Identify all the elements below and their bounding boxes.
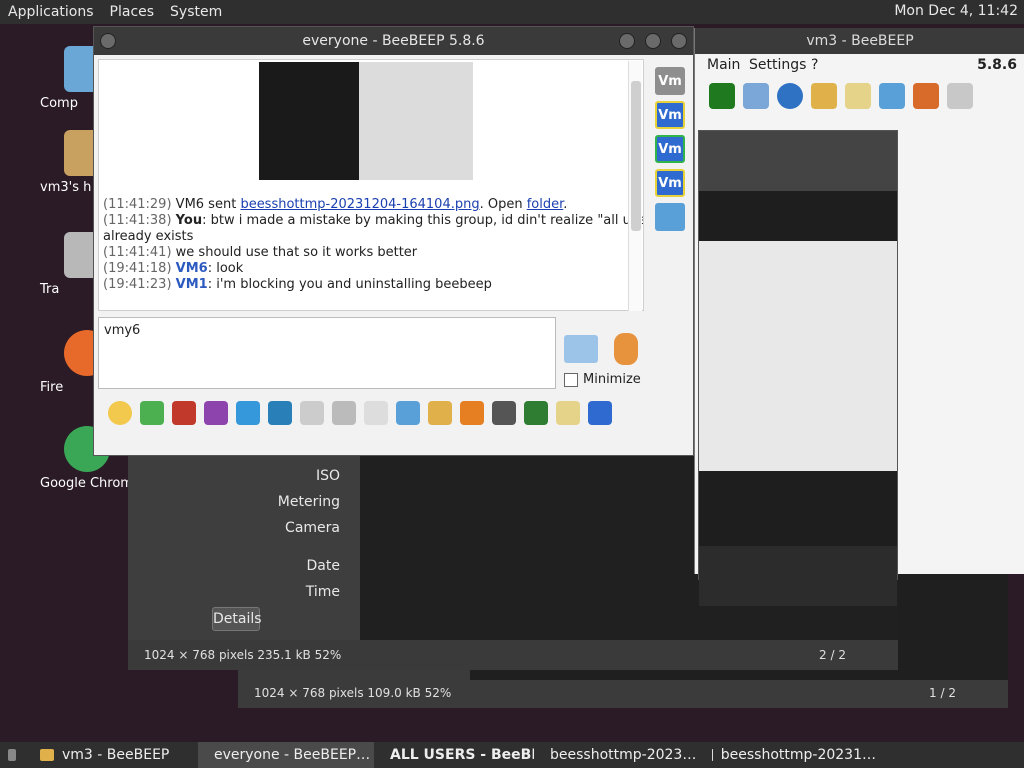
chat-message: (19:41:18) VM6: look (103, 261, 244, 276)
spellcheck-icon[interactable] (300, 401, 324, 425)
taskbar-item-vm3[interactable]: vm3 - BeeBEEP (32, 742, 198, 768)
vm-user-button[interactable]: Vm (655, 101, 685, 129)
terminal-icon[interactable] (524, 401, 548, 425)
side-toolbar: Vm Vm Vm Vm (650, 61, 690, 261)
menu-applications[interactable]: Applications (0, 4, 102, 20)
viewer-page: 2 / 2 (819, 648, 846, 662)
tools-icon[interactable] (879, 83, 905, 109)
screenshot-image-window (698, 130, 898, 606)
folder-link[interactable]: folder (527, 197, 564, 212)
send-file-icon[interactable] (396, 401, 420, 425)
show-desktop-button[interactable] (0, 742, 32, 768)
window-menu-button[interactable] (100, 33, 116, 49)
viewer-status: 1024 × 768 pixels 235.1 kB 52% (144, 648, 342, 662)
maximize-button[interactable] (645, 33, 661, 49)
file-link[interactable]: beesshottmp-20231204-164104.png (240, 197, 479, 212)
trash-icon[interactable] (947, 83, 973, 109)
vm-icon[interactable] (709, 83, 735, 109)
download-icon[interactable] (140, 401, 164, 425)
save-icon[interactable] (588, 401, 612, 425)
notification-toast[interactable] (699, 546, 897, 606)
image-toolbar (699, 131, 897, 191)
label-camera: Camera (285, 520, 340, 536)
color-icon[interactable] (204, 401, 228, 425)
vm3-menu-main[interactable]: Main (707, 57, 740, 73)
desktop-icon-label: Comp (40, 96, 78, 111)
taskbar-item-image-1[interactable]: beesshottmp-2023… (534, 742, 704, 768)
send-button[interactable] (564, 335, 598, 363)
vm3-version: 5.8.6 (977, 57, 1017, 73)
scrollbar-thumb[interactable] (631, 81, 641, 231)
top-panel: Applications Places System Mon Dec 4, 11… (0, 0, 1024, 24)
label-metering: Metering (277, 494, 340, 510)
minimize-label: Minimize (583, 372, 641, 387)
chat-message: (11:41:38) You: btw i made a mistake by … (103, 213, 644, 228)
message-input[interactable]: vmy6 (98, 317, 556, 389)
chat-message: already exists (103, 229, 194, 244)
chat-message: (11:41:41) we should use that so it work… (103, 245, 418, 260)
desktop-icon-label: Google Chrom (40, 476, 133, 491)
desktop-icon-label: vm3's h (40, 180, 92, 195)
label-date: Date (306, 558, 340, 574)
chat-message: (11:41:29) VM6 sent beesshottmp-20231204… (103, 197, 568, 212)
note-icon[interactable] (364, 401, 388, 425)
edit-icon[interactable] (556, 401, 580, 425)
folder-icon[interactable] (428, 401, 452, 425)
vm-user-button[interactable]: Vm (655, 135, 685, 163)
vm3-title: vm3 - BeeBEEP (695, 28, 1024, 54)
viewer-page: 1 / 2 (929, 686, 956, 700)
menu-places[interactable]: Places (102, 4, 163, 20)
chart-icon[interactable] (743, 83, 769, 109)
minimize-button[interactable] (619, 33, 635, 49)
window-title: everyone - BeeBEEP 5.8.6 (94, 27, 693, 55)
font-icon[interactable] (172, 401, 196, 425)
chat-history[interactable]: (11:41:29) VM6 sent beesshottmp-20231204… (98, 59, 644, 311)
code-icon[interactable] (460, 401, 484, 425)
taskbar-item-all-users[interactable]: ALL USERS - BeeBE… (374, 742, 534, 768)
broadcast-icon[interactable] (777, 83, 803, 109)
emoticon-toolbar (98, 395, 690, 431)
format-icon[interactable] (332, 401, 356, 425)
filter-icon[interactable] (236, 401, 260, 425)
viewer-status: 1024 × 768 pixels 109.0 kB 52% (254, 686, 452, 700)
details-button[interactable]: Details (212, 607, 262, 631)
image-content (699, 241, 897, 471)
settings-icon[interactable] (268, 401, 292, 425)
vm-user-button[interactable]: Vm (655, 169, 685, 197)
users-icon[interactable] (655, 203, 685, 231)
vm3-toolbar (695, 76, 1024, 116)
vm3-menubar: Main Settings ? 5.8.6 (695, 54, 1024, 76)
taskbar: vm3 - BeeBEEP everyone - BeeBEEP… ALL US… (0, 742, 1024, 768)
chat-message: (19:41:23) VM1: i'm blocking you and uni… (103, 277, 492, 292)
microphone-button[interactable] (614, 333, 638, 365)
label-iso: ISO (315, 468, 340, 484)
desktop-icon-label: Fire (40, 380, 64, 395)
vm3-menu-help[interactable]: ? (811, 57, 818, 73)
taskbar-item-image-2[interactable]: beesshottmp-20231… (704, 742, 884, 768)
everyone-beebeep-window: everyone - BeeBEEP 5.8.6 (11:41:29) VM6 … (93, 26, 694, 456)
screenshot-icon[interactable] (492, 401, 516, 425)
pencil-icon[interactable] (845, 83, 871, 109)
folder-icon[interactable] (811, 83, 837, 109)
label-time: Time (305, 584, 340, 600)
vm3-menu-settings[interactable]: Settings (749, 57, 806, 73)
vm-user-button[interactable]: Vm (655, 67, 685, 95)
menu-system[interactable]: System (162, 4, 230, 20)
desktop-icon-label: Tra (40, 282, 60, 297)
close-button[interactable] (671, 33, 687, 49)
smiley-icon[interactable] (108, 401, 132, 425)
taskbar-item-everyone[interactable]: everyone - BeeBEEP… (198, 742, 374, 768)
download-icon[interactable] (913, 83, 939, 109)
minimize-checkbox[interactable] (564, 373, 578, 387)
viewer-statusbar: 1024 × 768 pixels 235.1 kB 52% 2 / 2 (128, 640, 898, 670)
chat-scrollbar[interactable] (628, 61, 642, 311)
shared-image-thumbnail[interactable] (259, 62, 473, 180)
clock[interactable]: Mon Dec 4, 11:42 (894, 3, 1018, 19)
